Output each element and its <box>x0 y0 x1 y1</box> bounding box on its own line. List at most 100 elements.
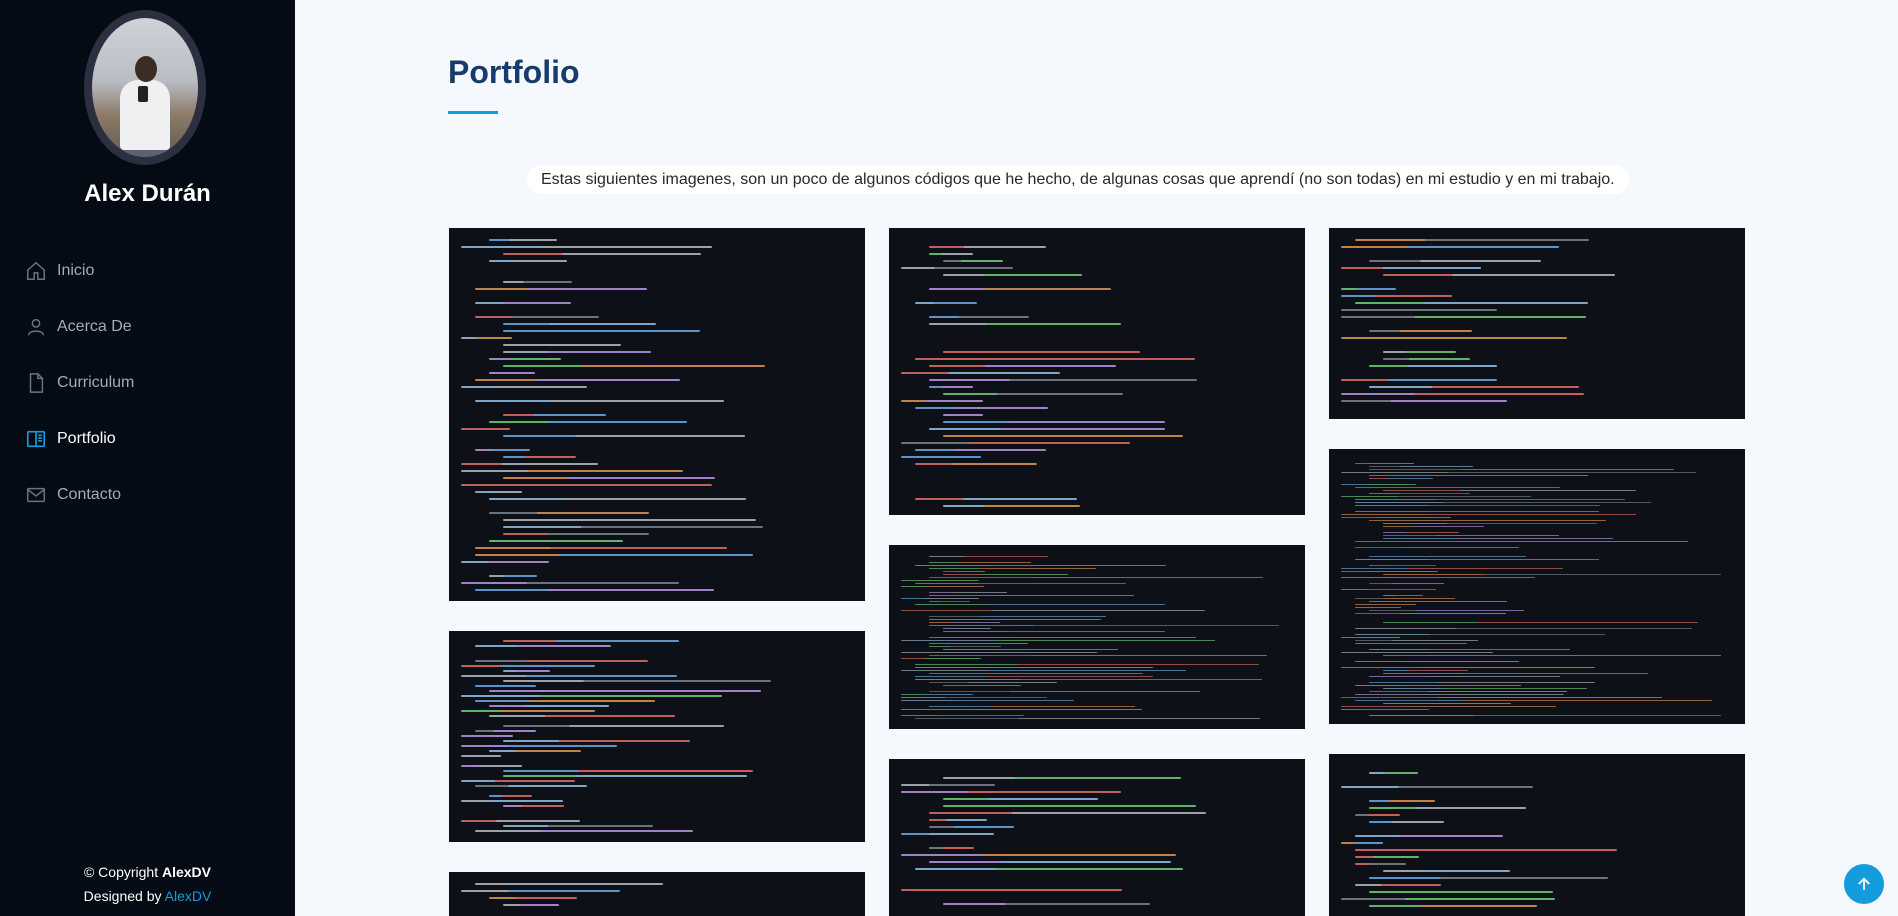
code-line <box>503 740 691 742</box>
code-line <box>461 582 679 584</box>
nav-label: Curriculum <box>57 374 135 391</box>
code-line <box>1341 484 1416 485</box>
portfolio-item[interactable] <box>889 545 1305 729</box>
portfolio-item[interactable] <box>889 759 1305 916</box>
code-line <box>461 735 514 737</box>
code-line <box>1369 260 1541 262</box>
code-line <box>943 798 1098 800</box>
code-line <box>503 533 649 535</box>
code-line <box>929 246 1046 248</box>
code-line <box>943 631 1166 632</box>
code-line <box>1355 239 1590 241</box>
code-line <box>1341 706 1557 707</box>
code-line <box>1369 469 1675 470</box>
portfolio-item[interactable] <box>889 228 1305 515</box>
code-line <box>901 658 981 659</box>
code-line <box>475 589 715 591</box>
code-line <box>929 812 1207 814</box>
code-line <box>475 645 612 647</box>
code-line <box>1355 685 1521 686</box>
code-line <box>1355 835 1503 837</box>
code-line <box>1341 571 1438 572</box>
nav-item-curriculum[interactable]: Curriculum <box>25 355 134 411</box>
code-line <box>929 673 1143 674</box>
code-line <box>1369 676 1560 677</box>
code-line <box>475 449 531 451</box>
code-line <box>929 637 1196 638</box>
code-line <box>475 700 656 702</box>
back-to-top-button[interactable] <box>1844 864 1884 904</box>
code-line <box>901 372 1060 374</box>
code-line <box>1341 514 1636 515</box>
code-line <box>1383 622 1699 623</box>
credits-link[interactable]: AlexDV <box>165 888 212 904</box>
code-line <box>1383 670 1468 671</box>
code-line <box>1341 393 1584 395</box>
code-line <box>489 705 610 707</box>
credits: Designed by AlexDV <box>83 888 212 904</box>
nav-label: Portfolio <box>57 430 116 447</box>
code-line <box>943 777 1181 779</box>
code-line <box>1383 538 1613 539</box>
code-line <box>943 649 1119 650</box>
portfolio-item[interactable] <box>1329 754 1745 916</box>
code-line <box>1355 502 1651 503</box>
code-line <box>1369 800 1435 802</box>
code-line <box>1369 520 1607 521</box>
nav-label: Contacto <box>57 486 122 503</box>
code-line <box>503 775 747 777</box>
code-line <box>1341 400 1507 402</box>
code-line <box>1355 694 1565 695</box>
code-line <box>503 330 700 332</box>
portfolio-item[interactable] <box>1329 449 1745 724</box>
arrow-up-icon <box>1858 877 1870 890</box>
code-line <box>1369 493 1471 494</box>
code-line <box>1355 643 1468 644</box>
code-line <box>915 679 1263 680</box>
code-line <box>901 640 1216 641</box>
code-line <box>929 622 1001 623</box>
code-line <box>929 568 1096 569</box>
code-line <box>1355 607 1402 608</box>
code-line <box>915 676 1154 677</box>
portfolio-item[interactable] <box>449 872 865 916</box>
nav-item-contacto[interactable]: Contacto <box>25 467 134 523</box>
nav-item-acerca-de[interactable]: Acerca De <box>25 299 134 355</box>
code-line <box>1341 309 1498 311</box>
code-line <box>461 695 722 697</box>
portfolio-item[interactable] <box>449 631 865 842</box>
code-line <box>901 694 974 695</box>
code-line <box>929 253 973 255</box>
code-line <box>901 791 1122 793</box>
code-line <box>489 239 557 241</box>
code-line <box>503 519 756 521</box>
code-line <box>1355 559 1600 560</box>
nav-item-portfolio[interactable]: Portfolio <box>25 411 134 467</box>
code-line <box>929 288 1111 290</box>
nav-item-inicio[interactable]: Inicio <box>25 243 134 299</box>
envelope-icon <box>25 484 47 506</box>
portfolio-item[interactable] <box>1329 228 1745 419</box>
portfolio-item[interactable] <box>449 228 865 601</box>
